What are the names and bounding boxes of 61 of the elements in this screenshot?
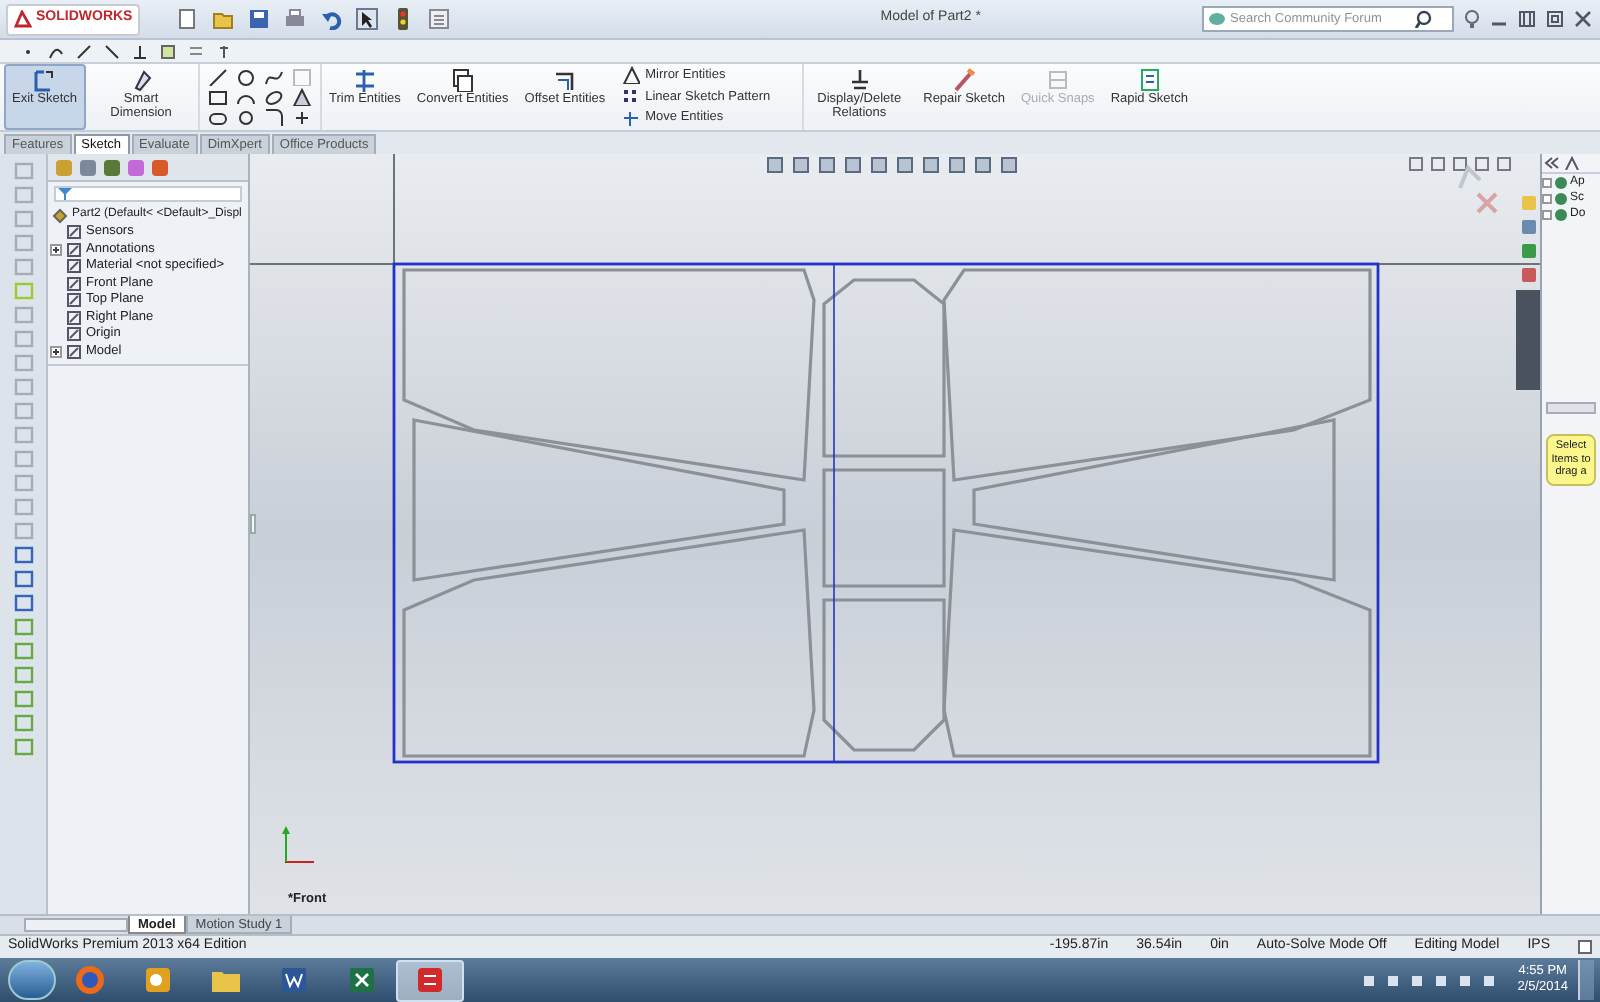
image-icon[interactable] [160,43,176,59]
line-icon[interactable] [76,43,92,59]
outlook-icon [142,964,174,996]
start-button[interactable] [8,960,56,1000]
expand-icon[interactable] [50,243,62,256]
close-icon[interactable] [1574,10,1592,28]
slot-icon[interactable] [207,108,228,126]
new-document-icon[interactable] [176,8,199,30]
speech-bubble-icon [1208,11,1226,27]
perpendicular-icon[interactable] [132,43,148,59]
pattern-icon [621,88,640,106]
search-icon [1414,10,1432,28]
print-icon[interactable] [284,8,307,30]
spline-icon[interactable] [263,68,284,86]
mirror-icon [621,66,640,85]
move-icon [621,109,640,128]
circle-icon[interactable] [235,108,256,126]
firefox-icon [74,964,106,996]
rapid-sketch-icon [1137,68,1162,92]
circle-icon[interactable] [235,68,256,86]
ellipse-icon[interactable] [263,88,284,106]
line-icon[interactable] [207,68,228,86]
point-icon[interactable] [291,108,312,126]
fillet-icon[interactable] [263,108,284,126]
pencil-icon [129,68,154,92]
options-icon[interactable] [428,8,451,30]
save-icon[interactable] [248,8,271,30]
select-arrow-icon[interactable] [356,8,379,30]
taskbar-app[interactable] [396,959,464,1001]
convert-icon [450,68,475,92]
offset-icon [552,68,577,92]
triangle-icon[interactable] [291,88,312,106]
collapse-icon[interactable] [1544,156,1560,170]
line-icon[interactable] [104,43,120,59]
pin-icon[interactable] [216,43,232,59]
repair-icon [952,68,977,92]
scrollbar[interactable] [24,918,128,932]
confirm-corner-icon [1456,164,1484,192]
exit-sketch-icon [32,68,57,92]
undo-icon[interactable] [320,8,343,30]
show-desktop-button[interactable] [1578,960,1594,1000]
resize-handle[interactable] [250,514,256,534]
part-icon [52,207,68,223]
help-icon[interactable] [1578,940,1592,954]
grid-icon[interactable] [188,43,204,59]
filter-icon [58,188,72,200]
solidworks-icon [414,964,446,996]
ds-logo-icon [14,10,32,28]
rectangle-icon[interactable] [207,88,228,106]
expand-icon[interactable] [50,345,62,358]
excel-icon [346,964,378,996]
open-folder-icon[interactable] [212,8,235,30]
arc-icon[interactable] [48,43,64,59]
font-icon[interactable] [1564,156,1580,170]
snaps-icon [1045,68,1070,92]
filter-field[interactable] [54,186,242,202]
word-icon [278,964,310,996]
trim-icon [352,68,377,92]
scrollbar[interactable] [1546,402,1596,414]
relations-icon [847,68,872,92]
help-icon[interactable] [1464,10,1480,28]
